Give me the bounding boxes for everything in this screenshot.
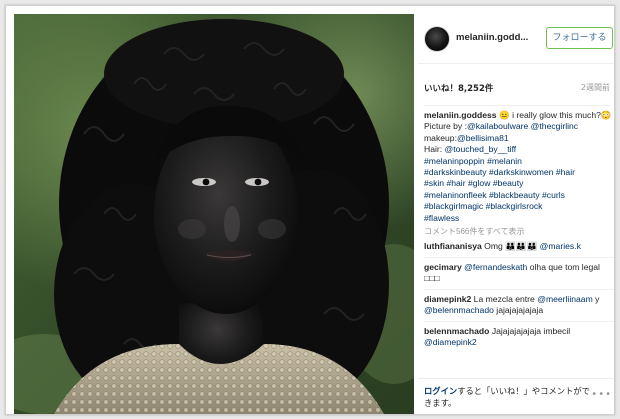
comment-username[interactable]: diamepink2 [424, 294, 471, 304]
portrait-illustration [14, 14, 414, 414]
text-fragment: makeup: [424, 132, 457, 143]
more-options-icon[interactable]: ••• [591, 389, 612, 400]
comment-item: luthfiananisya Omg 👪👪👪 @maries.k [424, 241, 614, 252]
view-all-comments-link[interactable]: コメント566件をすべて表示 [424, 226, 614, 237]
header-username[interactable]: melaniin.godd... [456, 32, 544, 43]
text-fragment: Hair: [424, 144, 445, 155]
tag-link[interactable]: @touched_by__tiff [445, 144, 517, 154]
tag-link[interactable]: @fernandeskath [464, 262, 527, 272]
text-fragment: Picture by : [424, 121, 467, 132]
tag-link[interactable]: #blackbeauty [489, 190, 540, 200]
tag-link[interactable]: @bellisima81 [457, 133, 509, 143]
tag-link[interactable]: #skin [424, 178, 444, 188]
tag-link[interactable]: #blackgirlmagic [424, 201, 483, 211]
post-stats: いいね！8,252件 2週間前 [424, 70, 610, 106]
tag-link[interactable]: #hair [446, 178, 465, 188]
tag-link[interactable]: #darkskinbeauty [424, 167, 487, 177]
comment-username[interactable]: belennmachado [424, 326, 489, 336]
tag-link[interactable]: @belennmachado [424, 305, 494, 315]
tag-link[interactable]: #hair [556, 167, 575, 177]
follow-button[interactable]: フォローする [546, 27, 613, 49]
post-sidebar: melaniin.godd... フォローする いいね！8,252件 2週間前 … [418, 14, 614, 414]
likes-count[interactable]: いいね！8,252件 [424, 82, 493, 94]
tag-link[interactable]: #blackgirlsrock [486, 201, 543, 211]
tag-link[interactable]: @maries.k [540, 241, 581, 251]
text-fragment: Omg 👪👪👪 [481, 241, 540, 252]
post-header: melaniin.godd... フォローする [418, 14, 614, 64]
caption-username[interactable]: melaniin.goddess [424, 110, 497, 120]
tag-link[interactable]: #melaninpoppin [424, 156, 485, 166]
comment-list: luthfiananisya Omg 👪👪👪 @maries.k gecimary… [424, 241, 614, 348]
text-fragment: jajajajajajaja [493, 305, 544, 316]
tag-link[interactable]: #glow [468, 178, 490, 188]
comments-section[interactable]: melaniin.goddess 😐 i really glow this mu… [424, 110, 614, 378]
avatar[interactable] [424, 26, 450, 52]
login-prompt: ログインすると「いいね！」やコメントができます。 [424, 385, 594, 409]
comment-item: diamepink2 La mezcla entre @meerliinaam … [424, 288, 614, 317]
caption: melaniin.goddess 😐 i really glow this mu… [424, 110, 614, 224]
comment-item: gecimary @fernandeskath olha que tom leg… [424, 256, 614, 285]
tag-link[interactable]: @thecgirlinc [531, 121, 578, 131]
text-fragment: 😐 i really glow this much?😳 [496, 110, 612, 120]
tag-link[interactable]: @kailaboulware [467, 121, 528, 131]
text-fragment: y [592, 293, 600, 304]
tag-link[interactable]: #darkskinwomen [489, 167, 553, 177]
login-link[interactable]: ログイン [424, 386, 457, 396]
screenshot-frame: melaniin.godd... フォローする いいね！8,252件 2週間前 … [0, 0, 620, 419]
post-card: melaniin.godd... フォローする いいね！8,252件 2週間前 … [5, 5, 615, 415]
text-fragment: La mezcla entre [471, 293, 538, 304]
comment-username[interactable]: gecimary [424, 262, 462, 272]
tag-link[interactable]: #melaninonfleek [424, 190, 487, 200]
text-fragment: Jajajajajajaja imbecil [489, 325, 571, 336]
tag-link[interactable]: @meerliinaam [537, 294, 593, 304]
tag-link[interactable]: #beauty [493, 178, 524, 188]
tag-link[interactable]: @diamepink2 [424, 337, 477, 347]
caption-text: 😐 i really glow this much?😳 Picture by :@… [424, 110, 612, 223]
tag-link[interactable]: #flawless [424, 213, 459, 223]
comment-item: belennmachado Jajajajajajaja imbecil @di… [424, 320, 614, 349]
tag-link[interactable]: #curls [542, 190, 565, 200]
post-footer: ログインすると「いいね！」やコメントができます。 ••• [418, 378, 614, 414]
comment-username[interactable]: luthfiananisya [424, 241, 482, 251]
post-time[interactable]: 2週間前 [581, 82, 610, 93]
tag-link[interactable]: #melanin [487, 156, 522, 166]
post-photo[interactable] [14, 14, 414, 414]
